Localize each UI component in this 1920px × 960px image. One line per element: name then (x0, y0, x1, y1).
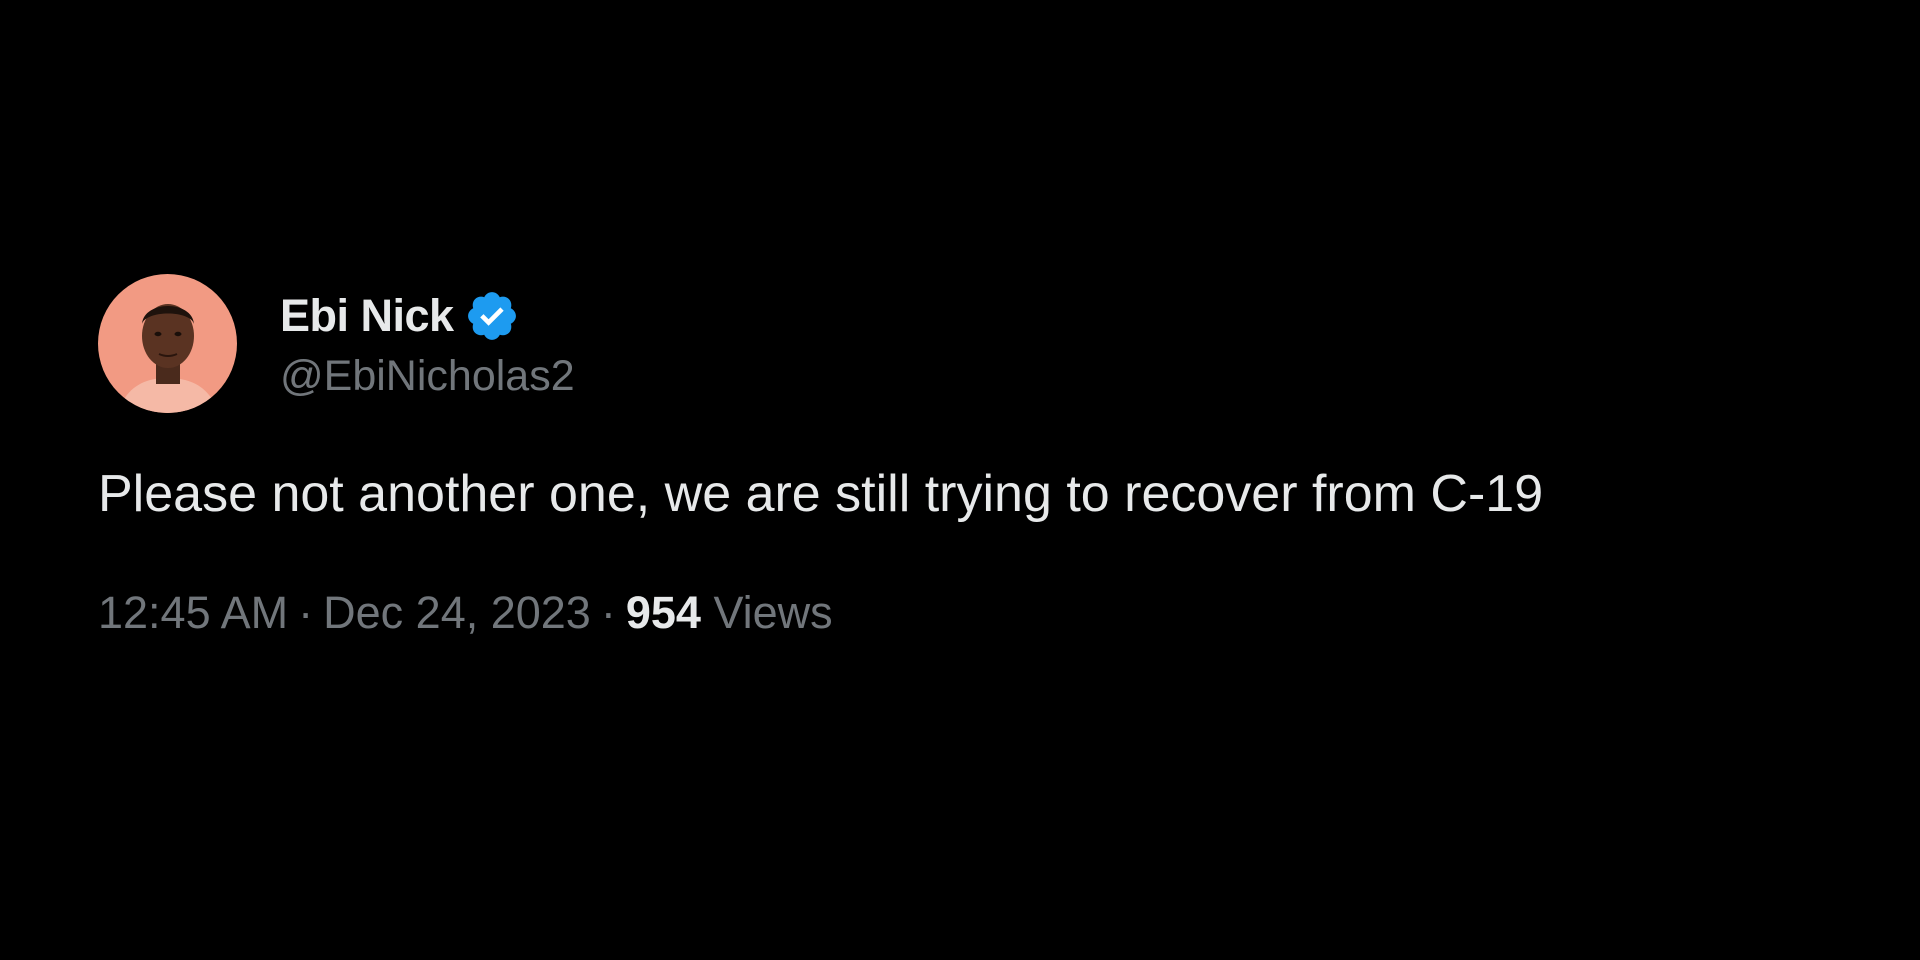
tweet-card: Ebi Nick @EbiNicholas2 Please not anothe… (98, 273, 1858, 639)
author-display-name[interactable]: Ebi Nick (280, 290, 454, 342)
author-handle[interactable]: @EbiNicholas2 (280, 352, 575, 401)
verified-badge-icon[interactable] (464, 288, 520, 344)
tweet-header: Ebi Nick @EbiNicholas2 (98, 273, 1858, 413)
name-row: Ebi Nick (280, 286, 575, 346)
meta-separator: · (298, 587, 314, 638)
avatar[interactable] (98, 273, 237, 413)
author-identity: Ebi Nick @EbiNicholas2 (280, 286, 575, 401)
tweet-date[interactable]: Dec 24, 2023 (323, 587, 591, 638)
views-count: 954 (625, 587, 701, 638)
meta-separator: · (600, 587, 616, 638)
views-label: Views (713, 587, 833, 638)
avatar-image (98, 273, 237, 413)
tweet-time[interactable]: 12:45 AM (98, 587, 288, 638)
tweet-text: Please not another one, we are still try… (98, 465, 1544, 523)
tweet-meta: 12:45 AM · Dec 24, 2023 · 954 Views (98, 587, 1858, 639)
